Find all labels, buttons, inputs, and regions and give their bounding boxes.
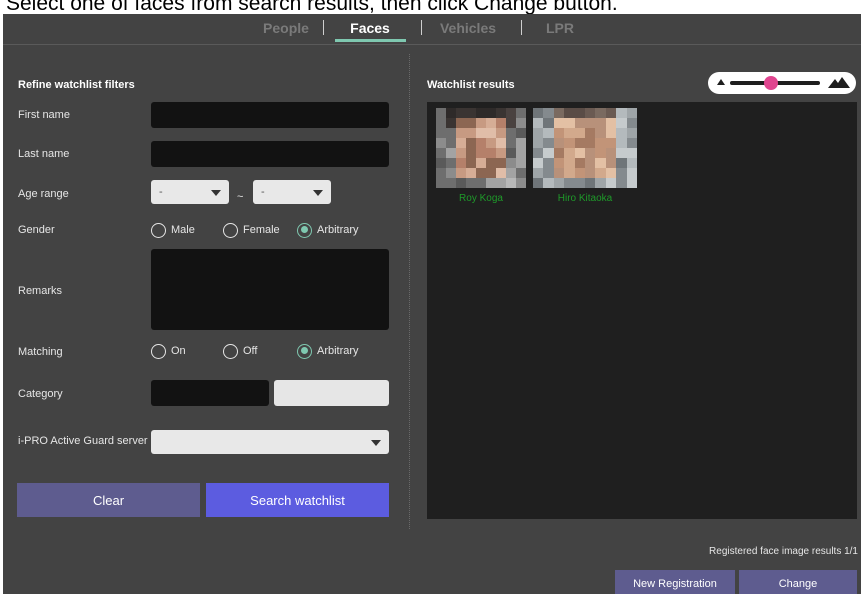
face-result-card[interactable]: Roy Koga: [436, 108, 526, 204]
gender-female-label: Female: [243, 224, 280, 236]
matching-on-radio[interactable]: On: [151, 343, 186, 359]
age-to-select[interactable]: -: [253, 180, 331, 204]
remarks-textarea[interactable]: [151, 249, 389, 330]
age-range-label: Age range: [18, 188, 69, 200]
chevron-down-icon: [371, 440, 381, 446]
thumbnail-size-slider[interactable]: [708, 72, 856, 94]
face-thumbnail[interactable]: [533, 108, 637, 188]
matching-off-label: Off: [243, 345, 258, 357]
search-watchlist-button[interactable]: Search watchlist: [206, 483, 389, 517]
face-result-card[interactable]: Hiro Kitaoka: [533, 108, 637, 204]
results-status-text: Registered face image results 1/1: [709, 546, 858, 557]
radio-circle-icon: [223, 343, 238, 359]
radio-checked-icon: [297, 343, 312, 359]
first-name-label: First name: [18, 109, 70, 121]
face-name: Hiro Kitaoka: [557, 193, 613, 204]
radio-checked-icon: [297, 222, 312, 238]
age-to-value: -: [261, 186, 265, 198]
tab-divider: [3, 44, 861, 45]
last-name-label: Last name: [18, 148, 70, 160]
small-mountain-icon: [717, 79, 725, 85]
filters-heading: Refine watchlist filters: [18, 79, 135, 91]
results-heading: Watchlist results: [427, 79, 515, 91]
tab-vehicles[interactable]: Vehicles: [435, 18, 501, 38]
age-from-value: -: [159, 186, 163, 198]
gender-male-radio[interactable]: Male: [151, 222, 195, 238]
last-name-input[interactable]: [151, 141, 389, 167]
server-select[interactable]: [151, 430, 389, 454]
gender-arbitrary-radio[interactable]: Arbitrary: [297, 222, 359, 238]
new-registration-button[interactable]: New Registration: [615, 570, 735, 594]
chevron-down-icon: [313, 190, 323, 196]
radio-circle-icon: [151, 343, 166, 359]
tab-separator: [421, 20, 422, 35]
gender-male-label: Male: [171, 224, 195, 236]
server-label: i-PRO Active Guard server: [18, 435, 148, 447]
category-light-field[interactable]: [274, 380, 389, 406]
gender-arbitrary-label: Arbitrary: [317, 224, 359, 236]
slider-thumb[interactable]: [764, 76, 778, 90]
first-name-input[interactable]: [151, 102, 389, 128]
matching-off-radio[interactable]: Off: [223, 343, 257, 359]
face-name: Roy Koga: [459, 193, 503, 204]
radio-circle-icon: [151, 222, 166, 238]
results-panel: Roy Koga Hiro Kitaoka: [427, 102, 857, 519]
app-window: People Faces Vehicles LPR Refine watchli…: [3, 14, 861, 594]
matching-on-label: On: [171, 345, 186, 357]
matching-label: Matching: [18, 346, 63, 358]
matching-arbitrary-radio[interactable]: Arbitrary: [297, 343, 359, 359]
chevron-down-icon: [211, 190, 221, 196]
tab-separator: [323, 20, 324, 35]
tab-people[interactable]: People: [256, 18, 316, 38]
age-from-select[interactable]: -: [151, 180, 229, 204]
category-dark-field[interactable]: [151, 380, 269, 406]
gender-female-radio[interactable]: Female: [223, 222, 280, 238]
gender-label: Gender: [18, 224, 55, 236]
matching-arbitrary-label: Arbitrary: [317, 345, 359, 357]
radio-circle-icon: [223, 222, 238, 238]
remarks-label: Remarks: [18, 285, 63, 297]
tab-bar: People Faces Vehicles LPR: [3, 14, 861, 45]
face-thumbnail[interactable]: [436, 108, 526, 188]
clear-button[interactable]: Clear: [17, 483, 200, 517]
active-tab-indicator: [335, 39, 406, 42]
age-range-separator: ~: [237, 191, 244, 203]
panel-divider: [409, 54, 410, 529]
tab-separator: [521, 20, 522, 35]
change-button[interactable]: Change: [739, 570, 857, 594]
category-label: Category: [18, 388, 63, 400]
tab-lpr[interactable]: LPR: [538, 18, 582, 38]
large-mountain-icon: [828, 76, 850, 88]
tab-faces[interactable]: Faces: [339, 18, 401, 38]
